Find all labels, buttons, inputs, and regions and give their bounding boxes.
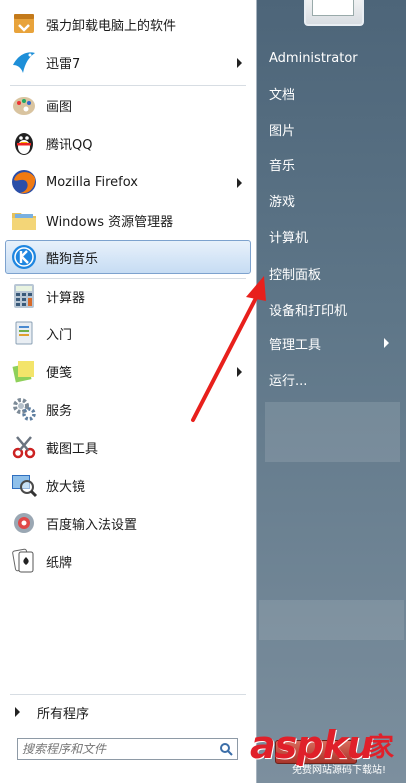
program-item-uninstaller[interactable]: 强力卸载电脑上的软件 <box>5 7 251 41</box>
right-item-label: 设备和打印机 <box>269 303 348 319</box>
program-label: 截图工具 <box>46 441 99 457</box>
program-label: 画图 <box>46 99 73 115</box>
right-item-run[interactable]: 运行... <box>263 365 399 393</box>
right-item-documents[interactable]: 文档 <box>263 79 399 107</box>
right-item-label: 游戏 <box>269 194 296 210</box>
scissors-icon <box>9 432 39 462</box>
right-item-label: 控制面板 <box>269 267 322 283</box>
program-item-kugou[interactable]: 酷狗音乐 <box>5 240 251 274</box>
program-label: 放大镜 <box>46 479 86 495</box>
kugou-icon <box>9 242 39 272</box>
uninstall-icon <box>9 9 39 39</box>
program-item-snipping-tool[interactable]: 截图工具 <box>5 430 251 464</box>
program-label: 纸牌 <box>46 555 73 571</box>
submenu-arrow-icon[interactable] <box>237 58 242 68</box>
program-label: 百度输入法设置 <box>46 517 138 533</box>
getting-started-icon <box>9 318 39 348</box>
right-item-pictures[interactable]: 图片 <box>263 115 399 143</box>
program-list-panel: 强力卸载电脑上的软件 迅雷7 画图 腾讯QQ Mozilla Firefox W… <box>0 0 257 783</box>
submenu-arrow-icon[interactable] <box>237 367 242 377</box>
program-label: 强力卸载电脑上的软件 <box>46 18 177 34</box>
all-programs-label: 所有程序 <box>37 706 90 722</box>
program-label: 腾讯QQ <box>46 137 93 153</box>
sticky-note-icon <box>9 356 39 386</box>
right-item-label: 运行... <box>269 373 308 389</box>
search-box[interactable] <box>17 738 238 760</box>
right-item-label: 音乐 <box>269 158 296 174</box>
right-item-computer[interactable]: 计算机 <box>263 222 399 250</box>
pinned-separator <box>10 85 246 86</box>
right-item-label: 计算机 <box>269 230 309 246</box>
right-item-devices-printers[interactable]: 设备和打印机 <box>263 295 399 323</box>
right-item-user[interactable]: Administrator <box>263 44 399 72</box>
program-label: 迅雷7 <box>46 56 81 72</box>
user-picture[interactable] <box>304 0 364 26</box>
right-item-admin-tools[interactable]: 管理工具 <box>263 329 399 357</box>
qq-penguin-icon <box>9 128 39 158</box>
right-item-control-panel[interactable]: 控制面板 <box>263 259 399 287</box>
program-item-xunlei[interactable]: 迅雷7 <box>5 45 251 79</box>
site-watermark: aspku 家 免费网站源码下载站! <box>246 723 404 779</box>
program-item-magnifier[interactable]: 放大镜 <box>5 468 251 502</box>
right-item-label: Administrator <box>269 50 358 66</box>
right-item-label: 图片 <box>269 123 296 139</box>
right-item-games[interactable]: 游戏 <box>263 186 399 214</box>
program-item-services[interactable]: 服务 <box>5 392 251 426</box>
program-item-paint[interactable]: 画图 <box>5 88 251 122</box>
program-item-getting-started[interactable]: 入门 <box>5 316 251 350</box>
program-label: 计算器 <box>46 290 86 306</box>
search-icon[interactable] <box>215 742 237 756</box>
background-blur <box>259 600 404 640</box>
submenu-arrow-icon[interactable] <box>384 338 389 348</box>
gear-icon <box>9 394 39 424</box>
paint-palette-icon <box>9 90 39 120</box>
all-programs-button[interactable]: 所有程序 <box>5 699 251 725</box>
user-picture-screen <box>312 0 354 16</box>
program-item-explorer[interactable]: Windows 资源管理器 <box>5 203 251 237</box>
folder-icon <box>9 205 39 235</box>
program-label: 入门 <box>46 327 73 343</box>
program-item-solitaire[interactable]: 纸牌 <box>5 544 251 578</box>
right-item-label: 管理工具 <box>269 337 322 353</box>
background-blur <box>265 402 400 462</box>
settings-wheel-icon <box>9 508 39 538</box>
thunder-bird-icon <box>9 47 39 77</box>
program-item-calculator[interactable]: 计算器 <box>5 279 251 313</box>
magnifier-icon <box>9 470 39 500</box>
calculator-icon <box>9 281 39 311</box>
firefox-icon <box>9 167 39 197</box>
watermark-subtitle: 免费网站源码下载站! <box>292 765 387 776</box>
submenu-arrow-icon[interactable] <box>237 178 242 188</box>
program-label: 酷狗音乐 <box>46 251 99 267</box>
right-pane: Administrator 文档 图片 音乐 游戏 计算机 控制面板 设备和打印… <box>257 0 406 783</box>
all-programs-separator <box>10 694 246 695</box>
program-label: 便笺 <box>46 365 73 381</box>
watermark-jia: 家 <box>368 733 395 763</box>
program-label: Mozilla Firefox <box>46 174 138 190</box>
program-item-qq[interactable]: 腾讯QQ <box>5 126 251 160</box>
program-label: Windows 资源管理器 <box>46 214 174 230</box>
right-item-music[interactable]: 音乐 <box>263 150 399 178</box>
program-item-sticky-notes[interactable]: 便笺 <box>5 354 251 388</box>
program-item-firefox[interactable]: Mozilla Firefox <box>5 165 251 199</box>
search-input[interactable] <box>18 740 215 758</box>
program-label: 服务 <box>46 403 73 419</box>
right-item-label: 文档 <box>269 87 296 103</box>
program-item-baidu-ime-settings[interactable]: 百度输入法设置 <box>5 506 251 540</box>
expand-arrow-icon <box>15 707 20 717</box>
playing-card-icon <box>9 546 39 576</box>
